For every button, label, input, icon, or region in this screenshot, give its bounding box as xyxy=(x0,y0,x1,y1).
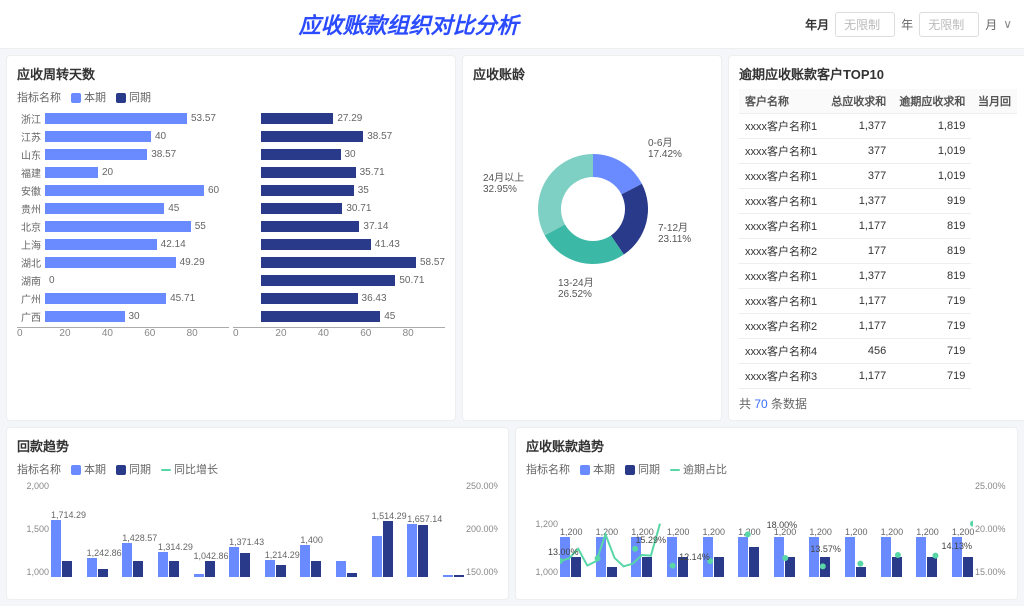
bar-row: 50.71 xyxy=(233,271,445,289)
bar-row: 30.71 xyxy=(233,199,445,217)
col-header[interactable]: 当月回 xyxy=(971,89,1017,114)
bar-group: 1,400 xyxy=(300,545,321,577)
bar-group: 1,242.86 xyxy=(87,558,108,577)
bar-group: 1,428.57 xyxy=(122,543,143,577)
table-row[interactable]: xxxx客户名称2177819 xyxy=(739,239,1017,264)
ar-trend-legend: 指标名称 本期 同期 逾期占比 xyxy=(526,461,1007,477)
bar-row: 安徽60 xyxy=(17,181,229,199)
bar-group: 1,371.43 xyxy=(229,547,250,577)
bar-row: 湖北49.29 xyxy=(17,253,229,271)
bar-row: 浙江53.57 xyxy=(17,109,229,127)
bar-row: 35.71 xyxy=(233,163,445,181)
month-input[interactable]: 无限制 xyxy=(919,12,979,37)
table-row[interactable]: xxxx客户名称4456719 xyxy=(739,339,1017,364)
bar-row: 福建20 xyxy=(17,163,229,181)
bar-group xyxy=(443,575,464,577)
bar-group: 1,714.29 xyxy=(51,520,72,577)
page-title: 应收账款组织对比分析 xyxy=(12,8,805,40)
year-input[interactable]: 无限制 xyxy=(835,12,895,37)
bar-row: 36.43 xyxy=(233,289,445,307)
bar-row: 38.57 xyxy=(233,127,445,145)
table-row[interactable]: xxxx客户名称31,177719 xyxy=(739,364,1017,389)
bar-row: 41.43 xyxy=(233,235,445,253)
table-row[interactable]: xxxx客户名称11,177719 xyxy=(739,289,1017,314)
turnover-legend: 指标名称 本期 同期 xyxy=(17,89,445,105)
bar-row: 35 xyxy=(233,181,445,199)
aging-donut: 0-6月 17.42% 7-12月 23.11% 13-24月 26.52% 24月以… xyxy=(473,89,711,309)
bar-group: 1,042.86 xyxy=(194,561,215,577)
col-header[interactable]: 逾期应收求和 xyxy=(892,89,971,114)
bar-group: 1,314.29 xyxy=(158,552,179,577)
bar-group: 1,514.29 xyxy=(372,521,393,577)
turnover-card: 应收周转天数 指标名称 本期 同期 浙江53.57江苏40山东38.57福建20… xyxy=(6,55,456,421)
filter-label: 年月 xyxy=(805,16,829,33)
header: 应收账款组织对比分析 年月 无限制 年 无限制 月 ∨ xyxy=(0,0,1024,49)
donut-label: 24月以上 32.95% xyxy=(483,169,524,195)
table-row[interactable]: xxxx客户名称21,177719 xyxy=(739,314,1017,339)
donut-label: 13-24月 26.52% xyxy=(558,274,594,300)
bar-row: 30 xyxy=(233,145,445,163)
repay-trend-legend: 指标名称 本期 同期 同比增长 xyxy=(17,461,498,477)
repay-trend-card: 回款趋势 指标名称 本期 同期 同比增长 2,0001,5001,000250.… xyxy=(6,427,509,600)
bar-row: 37.14 xyxy=(233,217,445,235)
bar-row: 北京55 xyxy=(17,217,229,235)
bar-group xyxy=(336,561,357,577)
donut-label: 0-6月 17.42% xyxy=(648,134,682,160)
pager: 共 70 条数据 xyxy=(739,389,1017,412)
table-row[interactable]: xxxx客户名称11,3771,819 xyxy=(739,114,1017,139)
chevron-down-icon[interactable]: ∨ xyxy=(1003,17,1012,31)
bar-row: 58.57 xyxy=(233,253,445,271)
aging-card: 应收账龄 0-6月 17.42% 7-12月 23.11% 13-24月 26.52… xyxy=(462,55,722,421)
year-unit: 年 xyxy=(901,16,913,33)
repay-trend-title: 回款趋势 xyxy=(17,436,498,455)
ar-trend-title: 应收账款趋势 xyxy=(526,436,1007,455)
bar-row: 贵州45 xyxy=(17,199,229,217)
month-unit: 月 xyxy=(985,16,997,33)
table-row[interactable]: xxxx客户名称11,177819 xyxy=(739,214,1017,239)
bar-row: 湖南0 xyxy=(17,271,229,289)
bar-group: 1,657.14 xyxy=(407,524,428,577)
bar-row: 27.29 xyxy=(233,109,445,127)
ar-trend-card: 应收账款趋势 指标名称 本期 同期 逾期占比 1,2001,00025.00%2… xyxy=(515,427,1018,600)
col-header[interactable]: 客户名称 xyxy=(739,89,824,114)
top10-card: 逾期应收账款客户TOP10 客户名称总应收求和逾期应收求和当月回 xxxx客户名… xyxy=(728,55,1024,421)
bar-row: 广西30 xyxy=(17,307,229,325)
table-row[interactable]: xxxx客户名称11,377919 xyxy=(739,189,1017,214)
table-row[interactable]: xxxx客户名称13771,019 xyxy=(739,139,1017,164)
bar-row: 广州45.71 xyxy=(17,289,229,307)
bar-row: 45 xyxy=(233,307,445,325)
date-filter: 年月 无限制 年 无限制 月 ∨ xyxy=(805,12,1012,37)
repay-trend-chart: 2,0001,5001,000250.00%200.00%150.00%1,71… xyxy=(17,481,498,591)
bar-row: 山东38.57 xyxy=(17,145,229,163)
col-header[interactable]: 总应收求和 xyxy=(824,89,892,114)
aging-title: 应收账龄 xyxy=(473,64,711,83)
top10-title: 逾期应收账款客户TOP10 xyxy=(739,64,1017,83)
bar-group: 1,214.29 xyxy=(265,560,286,577)
ar-trend-chart: 1,2001,00025.00%20.00%15.00%1,2001,2001,… xyxy=(526,481,1007,591)
donut-label: 7-12月 23.11% xyxy=(658,219,691,245)
turnover-title: 应收周转天数 xyxy=(17,64,445,83)
table-row[interactable]: xxxx客户名称11,377819 xyxy=(739,264,1017,289)
top10-table: 客户名称总应收求和逾期应收求和当月回 xxxx客户名称11,3771,819xx… xyxy=(739,89,1017,389)
bar-row: 上海42.14 xyxy=(17,235,229,253)
bar-row: 江苏40 xyxy=(17,127,229,145)
table-row[interactable]: xxxx客户名称13771,019 xyxy=(739,164,1017,189)
